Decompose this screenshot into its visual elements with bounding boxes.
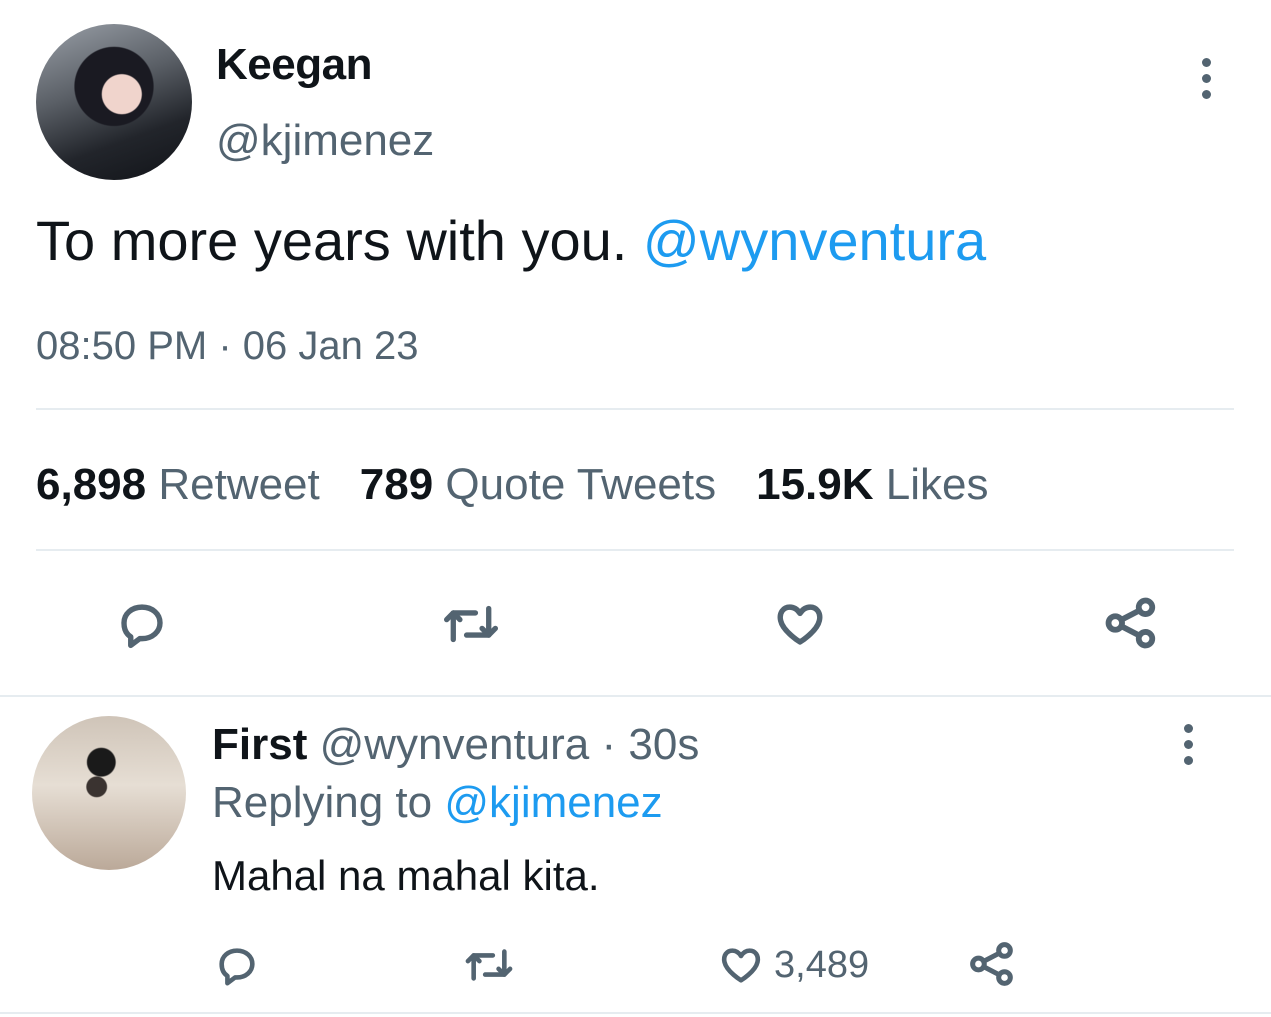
like-count: 15.9K — [756, 460, 874, 509]
reply-author-avatar[interactable] — [32, 716, 186, 870]
reply-age[interactable]: 30s — [628, 720, 699, 769]
reply-like-icon — [716, 942, 766, 988]
like-stat[interactable]: 15.9K Likes — [756, 460, 988, 510]
retweet-stat[interactable]: 6,898 Retweet — [36, 460, 320, 510]
tweet-body: To more years with you. — [36, 209, 628, 272]
replying-to-handle[interactable]: @kjimenez — [444, 778, 662, 827]
author-handle[interactable]: @kjimenez — [216, 116, 434, 166]
reply-more-options-icon[interactable] — [1184, 724, 1193, 765]
reply-header: First @wynventura · 30s — [212, 720, 699, 770]
quote-stat[interactable]: 789 Quote Tweets — [360, 460, 716, 510]
tweet-timestamp[interactable]: 08:50 PM · 06 Jan 23 — [36, 324, 418, 369]
tweet-time: 08:50 PM — [36, 324, 208, 368]
reply-author-handle[interactable]: @wynventura — [320, 720, 590, 769]
reply-author-name[interactable]: First — [212, 720, 307, 769]
more-options-icon[interactable] — [1202, 58, 1211, 99]
retweet-count: 6,898 — [36, 460, 147, 509]
reply-icon[interactable] — [112, 594, 172, 654]
tweet-mention-link[interactable]: @wynventura — [643, 209, 986, 272]
reply-like-count: 3,489 — [774, 943, 870, 986]
divider — [0, 695, 1271, 697]
reply-text: Mahal na mahal kita. — [212, 852, 600, 899]
author-name[interactable]: Keegan — [216, 40, 372, 90]
replying-to-label: Replying to — [212, 778, 433, 827]
tweet-date: 06 Jan 23 — [242, 324, 419, 368]
quote-count: 789 — [359, 460, 434, 509]
tweet-text: To more years with you. @wynventura — [36, 208, 986, 273]
retweet-icon[interactable] — [436, 594, 506, 654]
share-icon[interactable] — [1100, 592, 1162, 654]
quote-label: Quote Tweets — [445, 460, 717, 509]
author-avatar[interactable] — [36, 24, 192, 180]
replying-to: Replying to @kjimenez — [212, 778, 663, 828]
reply-like-button[interactable]: 3,489 — [716, 940, 869, 990]
divider — [36, 408, 1234, 410]
reply-separator: · — [589, 720, 629, 769]
retweet-label: Retweet — [158, 460, 320, 509]
reply-retweet-icon[interactable] — [460, 940, 518, 990]
reply-share-icon[interactable] — [966, 938, 1018, 990]
timestamp-separator: · — [207, 324, 243, 368]
divider — [0, 1012, 1271, 1014]
like-label: Likes — [885, 460, 989, 509]
reply-reply-icon[interactable] — [212, 940, 262, 990]
divider — [36, 549, 1234, 551]
tweet-stats: 6,898 Retweet 789 Quote Tweets 15.9K Lik… — [36, 460, 988, 510]
like-icon[interactable] — [768, 594, 832, 654]
